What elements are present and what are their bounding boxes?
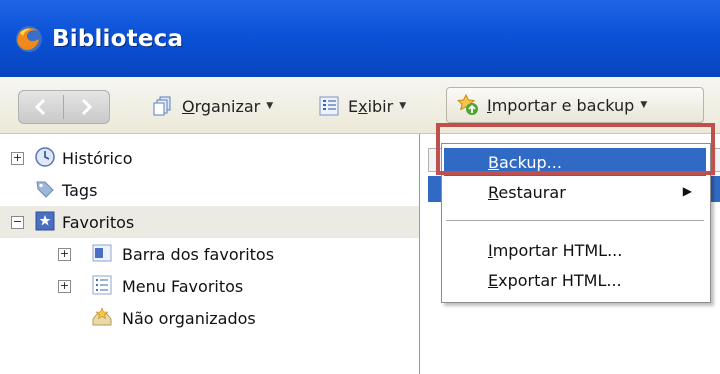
organize-button[interactable]: Organizar ▼ <box>152 89 273 123</box>
clock-icon <box>35 147 55 167</box>
bookmarks-menu-icon <box>92 275 112 295</box>
tree-item-unsorted[interactable]: Não organizados <box>0 302 419 334</box>
import-backup-label: Importar e backup <box>487 95 635 115</box>
menu-item-label: Importar HTML... <box>488 240 623 260</box>
bookmarks-bar-icon <box>92 244 112 262</box>
expand-icon[interactable]: + <box>58 248 71 261</box>
tree-item-tags[interactable]: Tags <box>0 174 419 206</box>
tree-item-favorites[interactable]: − Favoritos <box>0 206 419 238</box>
firefox-icon <box>16 26 42 52</box>
tree-item-label: Não organizados <box>122 308 256 328</box>
annotation-highlight <box>436 123 715 175</box>
menu-item-label: Exportar HTML... <box>488 270 622 290</box>
tag-icon <box>36 181 54 198</box>
expand-icon[interactable]: + <box>11 152 24 165</box>
window-title: Biblioteca <box>52 26 184 52</box>
import-backup-button[interactable]: Importar e backup ▼ <box>446 87 704 123</box>
submenu-arrow-icon: ▶ <box>682 184 692 198</box>
tree-item-label: Favoritos <box>62 212 135 232</box>
menu-item-export-html[interactable]: Exportar HTML... <box>444 266 706 294</box>
tree-item-bookmarks-menu[interactable]: + Menu Favoritos <box>0 270 419 302</box>
back-arrow-icon <box>34 98 46 116</box>
dropdown-arrow-icon: ▼ <box>640 100 648 110</box>
back-button[interactable] <box>19 91 63 123</box>
tree-item-label: Tags <box>62 180 98 200</box>
dropdown-arrow-icon: ▼ <box>399 101 407 111</box>
window-titlebar: Biblioteca <box>0 0 720 77</box>
navigation-buttons <box>18 90 110 124</box>
menu-item-import-html[interactable]: Importar HTML... <box>444 236 706 264</box>
tree-item-label: Menu Favoritos <box>122 276 244 296</box>
forward-arrow-icon <box>81 98 93 116</box>
import-backup-icon <box>457 94 478 115</box>
forward-button[interactable] <box>64 91 108 123</box>
star-folder-icon <box>35 211 55 231</box>
view-button[interactable]: Exibir ▼ <box>318 89 406 123</box>
expand-icon[interactable]: + <box>58 280 71 293</box>
dropdown-arrow-icon: ▼ <box>266 101 274 111</box>
tree-item-label: Histórico <box>62 148 133 168</box>
tree-item-history[interactable]: + Histórico <box>0 142 419 174</box>
tree-item-label: Barra dos favoritos <box>122 244 275 264</box>
menu-separator <box>446 220 704 221</box>
collapse-icon[interactable]: − <box>11 216 24 229</box>
organize-label: Organizar <box>182 96 261 116</box>
view-label: Exibir <box>348 96 394 116</box>
view-list-icon <box>319 96 339 116</box>
organize-icon <box>153 96 171 116</box>
unsorted-bookmarks-icon <box>92 307 112 326</box>
tree-item-bookmarks-bar[interactable]: + Barra dos favoritos <box>0 238 419 270</box>
menu-item-label: Restaurar <box>488 182 566 202</box>
library-tree: + Histórico Tags − Favoritos + Barra dos… <box>0 134 420 374</box>
menu-item-restore[interactable]: Restaurar ▶ <box>444 178 706 206</box>
